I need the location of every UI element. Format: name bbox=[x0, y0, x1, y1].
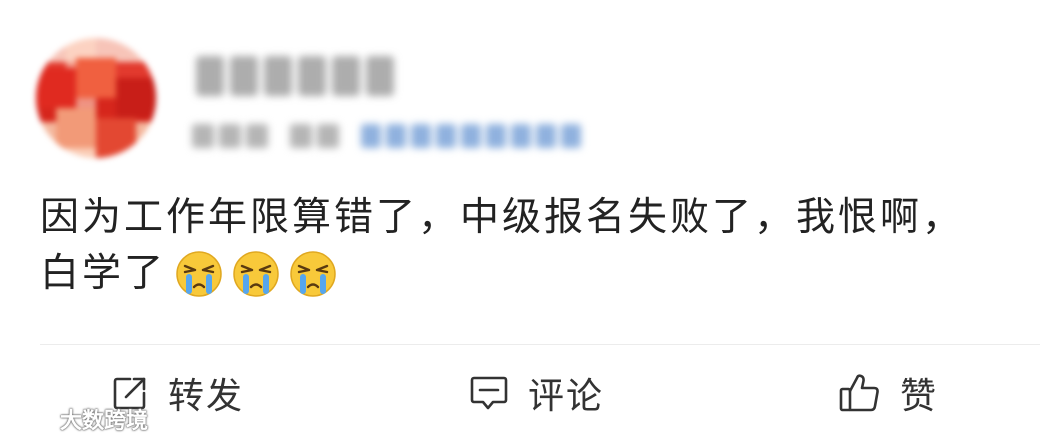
post-content: 因为工作年限算错了，中级报名失败了，我恨啊， 白学了 bbox=[40, 190, 1030, 302]
crying-emoji-icon bbox=[175, 250, 223, 298]
watermark-logo-icon bbox=[12, 408, 51, 428]
crying-emoji-icon bbox=[232, 250, 280, 298]
weibo-post-card: 因为工作年限算错了，中级报名失败了，我恨啊， 白学了 转发 评论 赞 大数跨境 bbox=[0, 0, 1054, 440]
comment-icon bbox=[468, 373, 510, 413]
username-blurred[interactable] bbox=[196, 56, 394, 102]
watermark-text: 大数跨境 bbox=[60, 409, 149, 434]
thumbs-up-icon bbox=[838, 372, 882, 414]
post-text-line-2: 白学了 bbox=[40, 251, 167, 296]
action-bar: 转发 评论 赞 bbox=[0, 350, 1054, 440]
comment-button[interactable]: 评论 bbox=[468, 368, 604, 418]
like-button[interactable]: 赞 bbox=[838, 368, 938, 418]
comment-label: 评论 bbox=[528, 376, 605, 417]
share-label: 转发 bbox=[168, 376, 245, 417]
post-text-line-1: 因为工作年限算错了，中级报名失败了，我恨啊， bbox=[40, 195, 965, 240]
like-label: 赞 bbox=[900, 376, 939, 417]
watermark: 大数跨境 bbox=[10, 404, 148, 434]
crying-emoji-icon bbox=[289, 250, 337, 298]
avatar[interactable] bbox=[36, 38, 156, 158]
post-meta-blurred bbox=[192, 122, 581, 150]
divider bbox=[40, 344, 1040, 345]
post-text-line-2-wrap: 白学了 bbox=[40, 246, 1030, 302]
